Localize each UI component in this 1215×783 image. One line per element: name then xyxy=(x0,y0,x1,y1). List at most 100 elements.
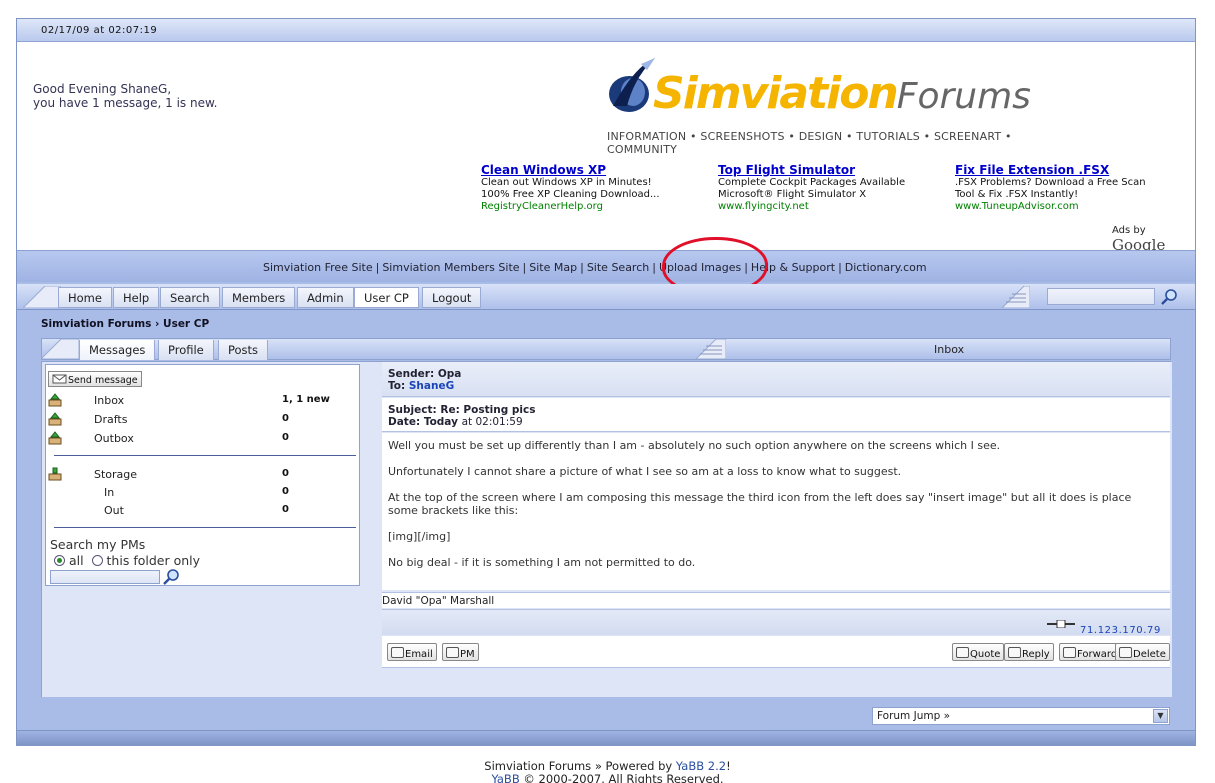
forward-button[interactable]: Forward xyxy=(1059,643,1122,661)
tab-help[interactable]: Help xyxy=(113,287,160,308)
radio-all-label: all xyxy=(68,553,84,568)
link-members-site[interactable]: Simviation Members Site xyxy=(382,261,519,274)
site-links-bar: Simviation Free Site | Simviation Members … xyxy=(17,250,1195,282)
link-site-search[interactable]: Site Search xyxy=(587,261,649,274)
reply-icon xyxy=(1008,647,1021,658)
folder-title: Inbox xyxy=(934,343,965,356)
link-separator: | xyxy=(652,261,656,274)
ad-3-line2: Tool & Fix .FSX Instantly! xyxy=(955,189,1079,200)
storage-folder-icon xyxy=(48,467,62,481)
trash-icon xyxy=(1119,647,1132,658)
link-separator: | xyxy=(375,261,380,274)
chevron-down-icon[interactable]: ▼ xyxy=(1153,709,1168,723)
message-actions: Email PM Quote Reply Forward Delete xyxy=(382,636,1170,668)
ip-bar: 71.123.170.79 xyxy=(382,609,1170,636)
pm-button[interactable]: PM xyxy=(442,643,479,661)
folder-inbox[interactable]: Inbox 1, 1 new xyxy=(46,393,356,409)
sender-name[interactable]: Opa xyxy=(438,368,462,380)
ad-1-line2: 100% Free XP Cleaning Download... xyxy=(481,189,660,200)
ad-2-line1: Complete Cockpit Packages Available xyxy=(718,177,906,188)
footer-copyright-text: © 2000-2007. All Rights Reserved. xyxy=(519,772,724,783)
message-header: Sender: Opa To: ShaneG xyxy=(382,362,1170,397)
radio-all[interactable] xyxy=(54,555,65,566)
message-signature: David "Opa" Marshall xyxy=(382,592,1170,608)
message-subject: Subject: Re: Posting pics Date: Today at… xyxy=(382,398,1170,432)
forum-jump-label: Forum Jump » xyxy=(877,710,951,722)
tab-posts[interactable]: Posts xyxy=(218,340,269,360)
radio-this-folder[interactable] xyxy=(91,555,103,566)
delete-label: Delete xyxy=(1133,649,1166,660)
ad-2-url[interactable]: www.flyingcity.net xyxy=(718,201,905,213)
nav-search-input[interactable] xyxy=(1047,288,1155,305)
pm-search-input[interactable] xyxy=(50,570,160,584)
ad-3-url[interactable]: www.TuneupAdvisor.com xyxy=(955,201,1146,213)
tab-profile[interactable]: Profile xyxy=(158,340,214,360)
ad-3[interactable]: Fix File Extension .FSX .FSX Problems? D… xyxy=(955,164,1146,213)
folder-count: 0 xyxy=(282,432,289,443)
radio-this-folder-label: this folder only xyxy=(106,553,201,568)
link-free-site[interactable]: Simviation Free Site xyxy=(263,261,373,274)
forum-jump-select[interactable]: Forum Jump » ▼ xyxy=(872,707,1170,725)
folder-count: 0 xyxy=(282,468,289,479)
recipient-name[interactable]: ShaneG xyxy=(409,380,454,392)
body-paragraph: [img][/img] xyxy=(388,530,451,543)
folder-storage-in[interactable]: In 0 xyxy=(46,485,356,501)
pm-search-icon[interactable] xyxy=(163,569,181,585)
to-label: To: xyxy=(388,380,406,392)
search-pm-title: Search my PMs xyxy=(50,537,146,552)
folder-storage-out[interactable]: Out 0 xyxy=(46,503,356,519)
yabb-version-link[interactable]: YaBB 2.2 xyxy=(676,759,726,773)
folder-count: 0 xyxy=(282,486,289,497)
forward-label: Forward xyxy=(1077,649,1118,660)
footer-exclaim: ! xyxy=(726,759,731,773)
folder-divider xyxy=(54,455,356,456)
body-paragraph: No big deal - if it is something I am no… xyxy=(388,556,696,569)
folder-outbox[interactable]: Outbox 0 xyxy=(46,431,356,447)
site-logo[interactable]: SimviationForums INFORMATION • SCREENSHO… xyxy=(605,48,1045,156)
tab-home[interactable]: Home xyxy=(58,287,112,308)
search-icon[interactable] xyxy=(1161,289,1179,305)
main-nav: Home Help Search Members Admin User CP L… xyxy=(17,284,1195,310)
ad-3-title[interactable]: Fix File Extension .FSX xyxy=(955,164,1146,176)
pm-icon xyxy=(446,647,459,658)
link-site-map[interactable]: Site Map xyxy=(529,261,577,274)
ad-2-title[interactable]: Top Flight Simulator xyxy=(718,164,905,176)
email-button[interactable]: Email xyxy=(387,643,437,661)
tab-search[interactable]: Search xyxy=(160,287,220,308)
breadcrumb[interactable]: Simviation Forums › User CP xyxy=(41,318,209,330)
tab-logout[interactable]: Logout xyxy=(422,287,482,308)
usercp-subnav: Messages Profile Posts Inbox xyxy=(41,338,1171,360)
tab-messages[interactable]: Messages xyxy=(79,340,156,360)
folder-storage[interactable]: Storage 0 xyxy=(46,467,356,483)
quote-label: Quote xyxy=(970,649,1001,660)
folder-drafts[interactable]: Drafts 0 xyxy=(46,412,356,428)
reply-button[interactable]: Reply xyxy=(1004,643,1054,661)
footer: Simviation Forums » Powered by YaBB 2.2!… xyxy=(0,760,1215,783)
quote-icon xyxy=(956,647,969,658)
send-message-button[interactable]: Send message xyxy=(48,371,142,387)
pm-label: PM xyxy=(460,649,475,660)
link-dictionary[interactable]: Dictionary.com xyxy=(845,261,927,274)
link-separator: | xyxy=(580,261,584,274)
folder-box: Send message Inbox 1, 1 new Drafts 0 Out… xyxy=(45,364,360,586)
ad-1[interactable]: Clean Windows XP Clean out Windows XP in… xyxy=(481,164,660,213)
drafts-folder-icon xyxy=(48,412,62,426)
ad-2[interactable]: Top Flight Simulator Complete Cockpit Pa… xyxy=(718,164,905,213)
tab-members[interactable]: Members xyxy=(222,287,296,308)
folder-name: Drafts xyxy=(94,413,128,426)
ad-1-title[interactable]: Clean Windows XP xyxy=(481,164,660,176)
ad-1-url[interactable]: RegistryCleanerHelp.org xyxy=(481,201,660,213)
tab-user-cp[interactable]: User CP xyxy=(354,287,419,308)
quote-button[interactable]: Quote xyxy=(952,643,1005,661)
new-message-notice[interactable]: you have 1 message, 1 is new. xyxy=(33,96,218,110)
message-body: Well you must be set up differently than… xyxy=(382,433,1170,590)
recipient-line: To: ShaneG xyxy=(388,380,1170,392)
yabb-link[interactable]: YaBB xyxy=(491,772,519,783)
delete-button[interactable]: Delete xyxy=(1115,643,1170,661)
link-separator: | xyxy=(522,261,527,274)
tab-admin[interactable]: Admin xyxy=(297,287,354,308)
subject-text: Re: Posting pics xyxy=(440,404,536,416)
subject-line: Subject: Re: Posting pics xyxy=(388,404,1170,416)
message-view: Sender: Opa To: ShaneG Subject: Re: Post… xyxy=(380,362,1172,697)
usercp-content: Send message Inbox 1, 1 new Drafts 0 Out… xyxy=(41,361,1172,697)
